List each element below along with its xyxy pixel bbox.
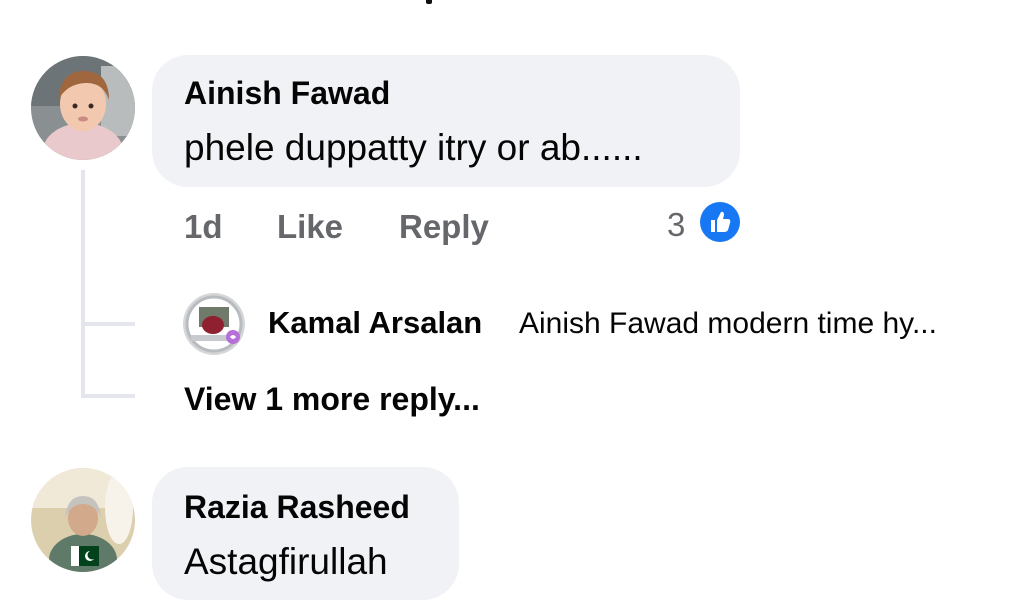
like-icon[interactable]	[700, 202, 740, 242]
reply-author[interactable]: Kamal Arsalan	[268, 305, 482, 341]
avatar[interactable]	[31, 468, 135, 572]
comments-section: Ainish Fawad phele duppatty itry or ab..…	[0, 0, 1024, 613]
comment-bubble: Ainish Fawad phele duppatty itry or ab..…	[152, 55, 740, 187]
cropped-heading-fragment	[424, 0, 438, 6]
thread-branch	[81, 322, 135, 326]
reply-avatar[interactable]	[183, 293, 245, 355]
comment-bubble: Razia Rasheed Astagfirullah	[152, 467, 459, 600]
comment-text: phele duppatty itry or ab......	[184, 127, 643, 168]
reply-text-preview[interactable]: Ainish Fawad modern time hy...	[519, 307, 937, 341]
avatar[interactable]	[31, 56, 135, 160]
comment-author[interactable]: Razia Rasheed	[184, 489, 410, 526]
thread-line	[81, 170, 85, 398]
reaction-count[interactable]: 3	[667, 206, 685, 244]
comment-text: Astagfirullah	[184, 541, 388, 582]
comment-author[interactable]: Ainish Fawad	[184, 75, 390, 112]
view-more-replies-link[interactable]: View 1 more reply...	[184, 381, 480, 418]
comment-timestamp[interactable]: 1d	[184, 208, 223, 246]
thread-branch	[81, 394, 135, 398]
reply-button[interactable]: Reply	[399, 208, 489, 246]
like-button[interactable]: Like	[277, 208, 343, 246]
